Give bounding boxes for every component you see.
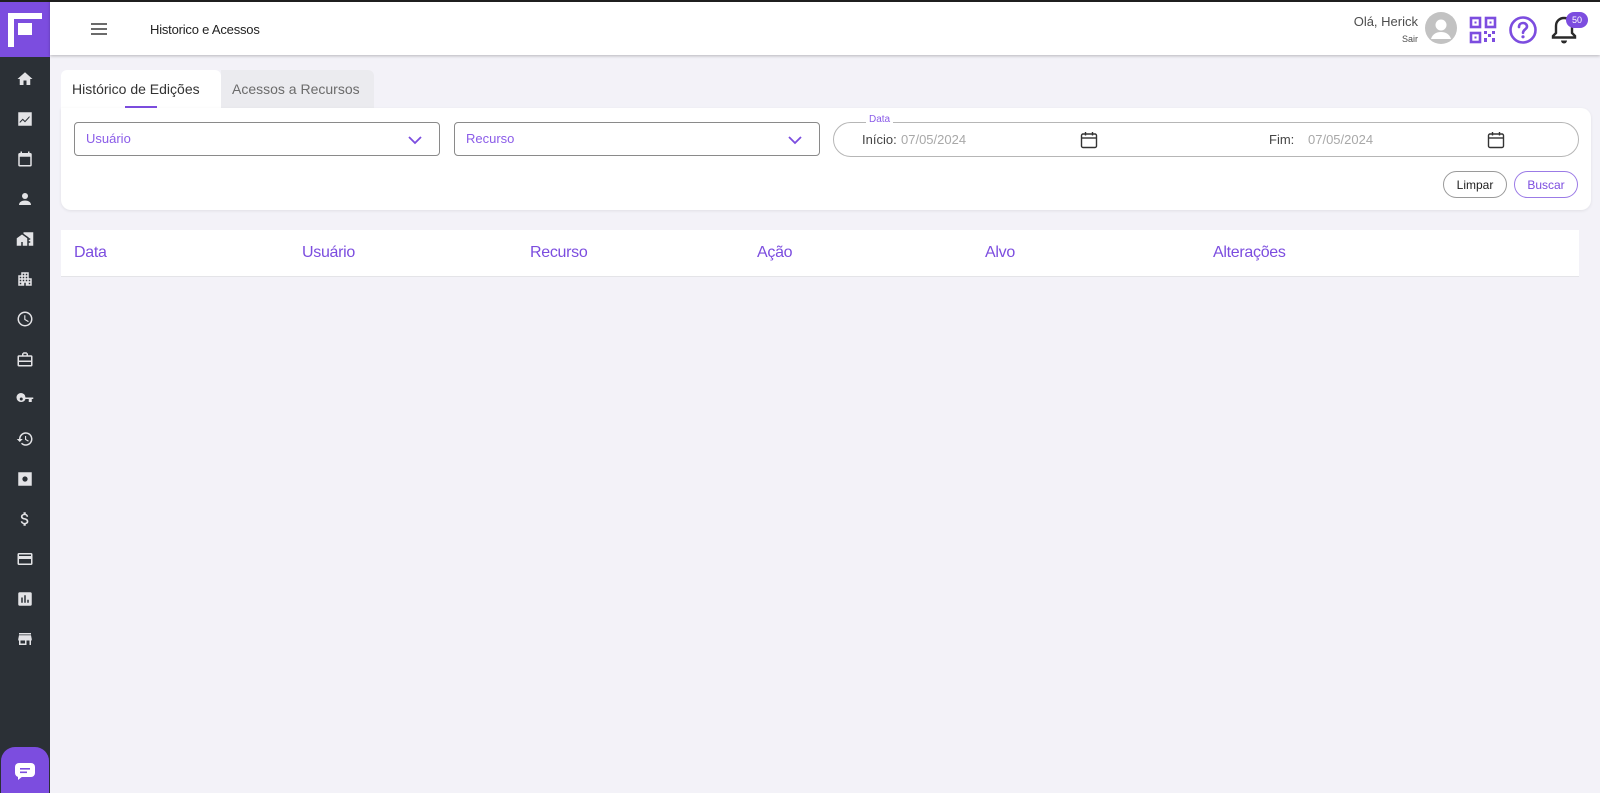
history-icon (16, 432, 33, 446)
apartment-icon (18, 272, 32, 286)
end-calendar-icon[interactable] (1487, 131, 1505, 149)
sidebar (0, 0, 50, 793)
column-header-changes[interactable]: Alterações (1213, 244, 1286, 262)
chat-icon (15, 763, 35, 780)
history-table-header: Data Usuário Recurso Ação Alvo Alteraçõe… (61, 230, 1579, 277)
column-header-date[interactable]: Data (74, 244, 107, 262)
sidebar-item-home[interactable] (0, 59, 50, 99)
menu-icon-bar (91, 28, 107, 30)
resource-select[interactable]: Recurso (454, 122, 820, 156)
sidebar-item-calendar[interactable] (0, 139, 50, 179)
home-icon (17, 72, 33, 85)
chat-button[interactable] (1, 747, 49, 793)
tab-edit-history[interactable]: Histórico de Edições (61, 70, 221, 108)
help-icon (1509, 16, 1537, 44)
resource-select-placeholder: Recurso (466, 131, 515, 146)
report-icon (18, 592, 32, 606)
logout-link[interactable]: Sair (1402, 34, 1418, 44)
tab-resource-access[interactable]: Acessos a Recursos (221, 70, 374, 108)
sidebar-item-settings[interactable] (0, 459, 50, 499)
column-header-action[interactable]: Ação (757, 244, 793, 262)
help-button[interactable] (1508, 15, 1538, 45)
sidebar-item-dashboard[interactable] (0, 99, 50, 139)
sidebar-item-payments[interactable] (0, 539, 50, 579)
sidebar-item-history[interactable] (0, 419, 50, 459)
logo-icon (8, 12, 42, 47)
user-select[interactable]: Usuário (74, 122, 440, 156)
page-title: Historico e Acessos (150, 22, 260, 37)
card-icon (17, 553, 33, 565)
qr-code-button[interactable] (1469, 16, 1497, 44)
qr-code-icon (1469, 16, 1497, 44)
sidebar-item-units[interactable] (0, 259, 50, 299)
calendar-icon (18, 151, 32, 167)
briefcase-icon (17, 352, 33, 367)
notification-badge: 50 (1566, 12, 1588, 28)
person-icon (19, 193, 31, 205)
sidebar-item-finance[interactable] (0, 499, 50, 539)
column-header-user[interactable]: Usuário (302, 244, 355, 262)
settings-icon (18, 472, 32, 486)
end-date-label: Fim: (1269, 132, 1295, 147)
top-bar: Historico e Acessos Olá, Herick Sair 50 (50, 0, 1600, 55)
sidebar-item-people[interactable] (0, 179, 50, 219)
chevron-down-icon (408, 136, 422, 145)
sidebar-item-time[interactable] (0, 299, 50, 339)
start-date-label: Início: (862, 132, 897, 147)
sidebar-item-store[interactable] (0, 619, 50, 659)
start-calendar-icon[interactable] (1080, 131, 1098, 149)
user-greeting: Olá, Herick (1353, 14, 1418, 29)
date-range-legend: Data (866, 114, 894, 125)
store-icon (18, 633, 32, 645)
app-logo[interactable] (0, 2, 50, 57)
start-date-input[interactable]: 07/05/2024 (901, 132, 966, 147)
column-header-target[interactable]: Alvo (985, 244, 1015, 262)
clock-icon (17, 311, 33, 327)
sidebar-item-access[interactable] (0, 379, 50, 419)
sidebar-item-buildings[interactable] (0, 219, 50, 259)
trending-icon (18, 112, 32, 126)
avatar-icon (1431, 19, 1451, 39)
building-icon (16, 232, 34, 246)
filter-panel: Usuário Recurso Data Início: 07/05/2024 … (61, 108, 1591, 210)
clear-button[interactable]: Limpar (1443, 171, 1507, 198)
date-range-field: Data Início: 07/05/2024 Fim: 07/05/2024 (833, 114, 1579, 157)
sidebar-item-reports[interactable] (0, 579, 50, 619)
search-button[interactable]: Buscar (1514, 171, 1578, 198)
sidebar-item-work[interactable] (0, 339, 50, 379)
avatar[interactable] (1425, 12, 1457, 44)
chevron-down-icon (788, 136, 802, 145)
column-header-resource[interactable]: Recurso (530, 244, 588, 262)
menu-icon-bar (91, 23, 107, 25)
key-icon (16, 393, 34, 403)
menu-icon-bar (91, 33, 107, 35)
dollar-icon (20, 512, 29, 526)
menu-toggle-button[interactable] (88, 20, 110, 38)
user-select-placeholder: Usuário (86, 131, 131, 146)
end-date-input[interactable]: 07/05/2024 (1308, 132, 1373, 147)
